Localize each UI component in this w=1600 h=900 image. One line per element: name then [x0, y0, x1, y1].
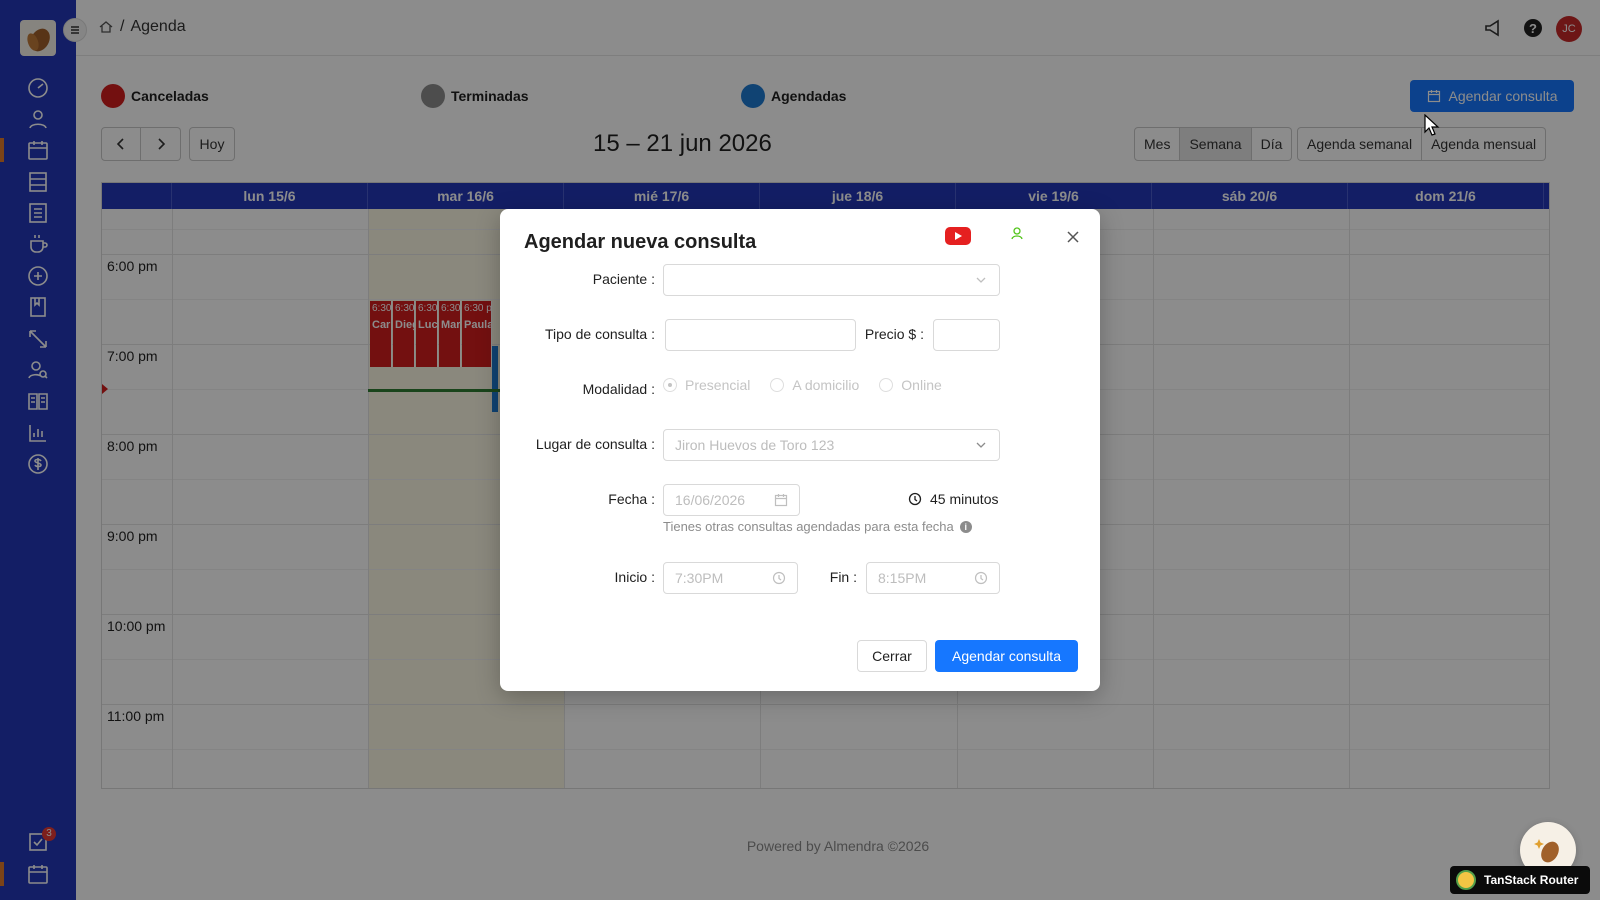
duration-value: 45 minutos: [930, 491, 999, 507]
price-input[interactable]: [933, 319, 1000, 351]
modal-title: Agendar nueva consulta: [524, 231, 757, 253]
radio-label: A domicilio: [792, 377, 860, 393]
start-time-picker[interactable]: 7:30PM: [663, 562, 798, 594]
end-time-value: 8:15PM: [878, 570, 927, 586]
chevron-down-icon: [976, 442, 986, 448]
radio-circle: [663, 378, 677, 392]
almendra-sparkle-icon: [1534, 839, 1559, 863]
modality-domicilio[interactable]: A domicilio: [770, 377, 859, 393]
consultation-type-input[interactable]: [665, 319, 856, 351]
location-value: Jiron Huevos de Toro 123: [675, 437, 835, 453]
info-icon[interactable]: i: [959, 520, 972, 533]
submit-appointment-button[interactable]: Agendar consulta: [935, 640, 1078, 672]
end-label: Fin :: [829, 569, 857, 585]
modality-label: Modalidad :: [582, 381, 655, 397]
price-label: Precio $ :: [864, 326, 924, 342]
modality-radio-group: Presencial A domicilio Online: [663, 377, 942, 393]
radio-label: Presencial: [685, 377, 751, 393]
tanstack-logo: [1456, 870, 1476, 890]
add-patient-icon[interactable]: [1010, 226, 1024, 240]
radio-label: Online: [901, 377, 942, 393]
close-icon[interactable]: [1065, 229, 1081, 245]
conflict-hint-text: Tienes otras consultas agendadas para es…: [663, 519, 954, 534]
calendar-icon: [774, 494, 788, 507]
patient-select[interactable]: [663, 264, 1000, 296]
new-appointment-modal: Agendar nueva consulta Paciente : Tipo d…: [500, 209, 1100, 691]
close-modal-button[interactable]: Cerrar: [857, 640, 927, 672]
clock-icon: [974, 571, 988, 585]
patient-label: Paciente :: [592, 271, 655, 287]
tanstack-label: TanStack Router: [1484, 873, 1579, 887]
mouse-cursor-icon: [1424, 114, 1440, 136]
clock-icon: [772, 571, 786, 585]
youtube-icon[interactable]: [945, 226, 971, 246]
modality-presencial[interactable]: Presencial: [663, 377, 750, 393]
consultation-type-label: Tipo de consulta :: [545, 326, 655, 342]
chevron-down-icon: [976, 277, 986, 283]
date-value: 16/06/2026: [675, 492, 746, 508]
duration-display: 45 minutos: [908, 491, 998, 507]
location-label: Lugar de consulta :: [535, 436, 655, 452]
clock-icon: [908, 492, 922, 506]
tanstack-router-devtools[interactable]: TanStack Router: [1450, 866, 1590, 894]
location-select[interactable]: Jiron Huevos de Toro 123: [663, 429, 1000, 461]
conflict-hint: Tienes otras consultas agendadas para es…: [663, 519, 972, 534]
radio-circle: [770, 378, 785, 392]
start-label: Inicio :: [614, 569, 655, 585]
date-label: Fecha :: [608, 491, 655, 507]
radio-circle: [879, 378, 894, 392]
modality-online[interactable]: Online: [879, 377, 942, 393]
end-time-picker[interactable]: 8:15PM: [866, 562, 1000, 594]
date-picker[interactable]: 16/06/2026: [663, 484, 800, 516]
start-time-value: 7:30PM: [675, 570, 724, 586]
